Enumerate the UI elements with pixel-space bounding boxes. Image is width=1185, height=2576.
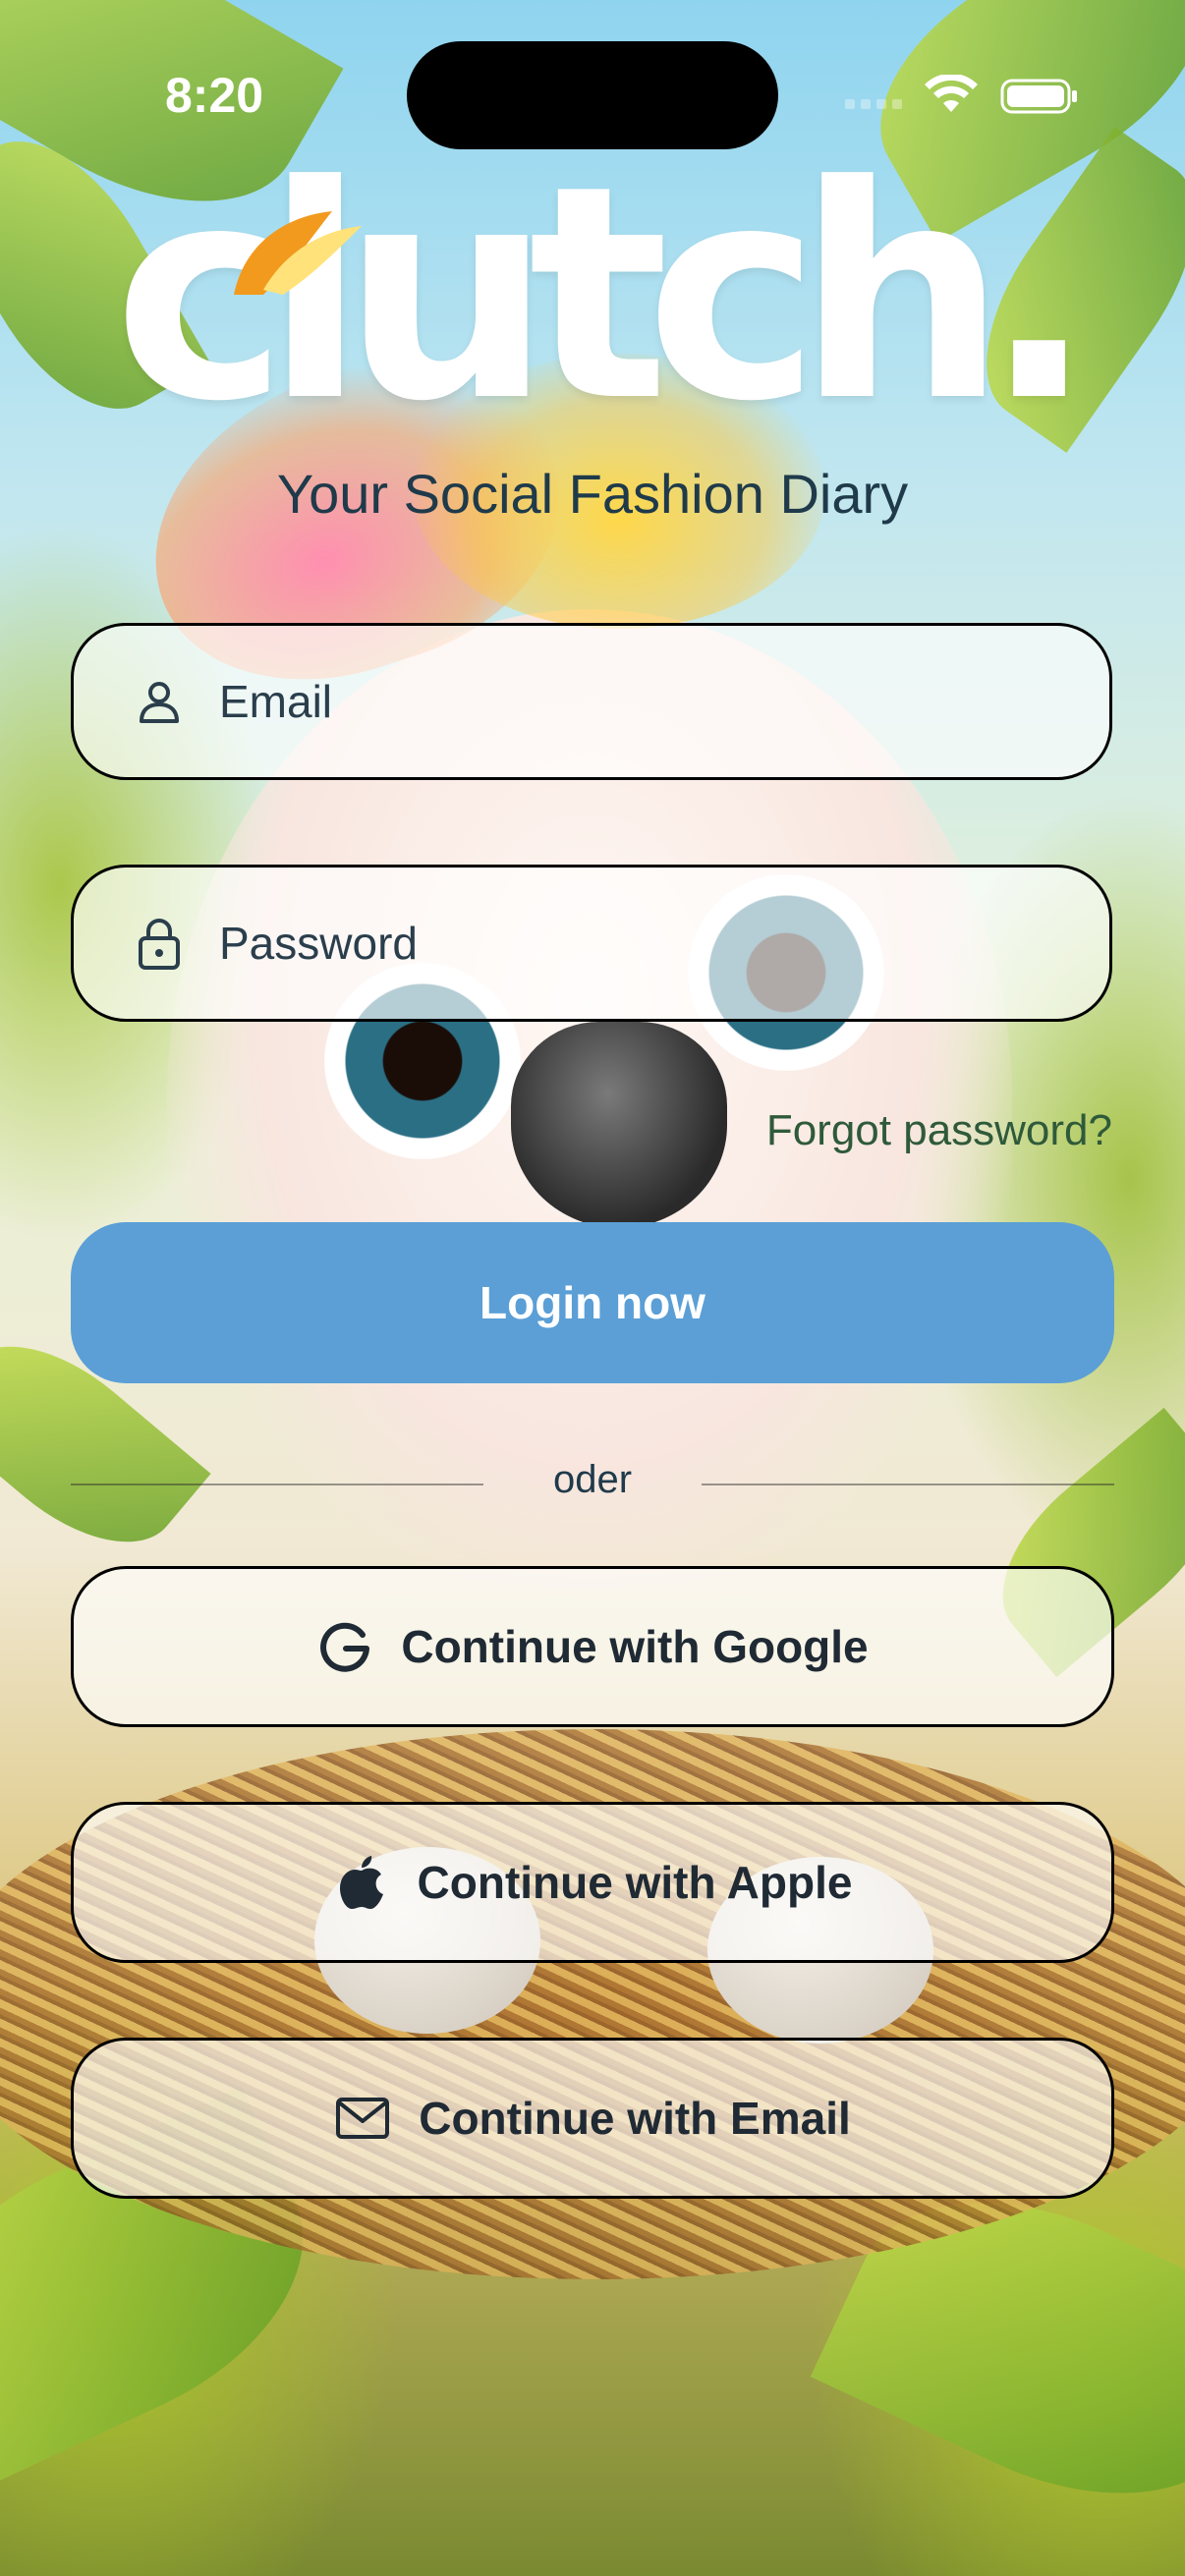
email-field-placeholder: Email: [219, 676, 333, 727]
person-icon: [133, 675, 186, 728]
envelope-icon: [334, 2090, 391, 2147]
status-time: 8:20: [165, 68, 264, 123]
continue-with-apple-button[interactable]: Continue with Apple: [71, 1802, 1114, 1963]
password-field[interactable]: Password: [71, 865, 1112, 1022]
apple-button-label: Continue with Apple: [417, 1857, 853, 1908]
forgot-password-link[interactable]: Forgot password?: [766, 1106, 1112, 1155]
battery-icon: [1000, 79, 1077, 114]
app-logo: clutch.: [113, 123, 1095, 466]
wifi-icon: [925, 75, 978, 112]
email-field[interactable]: Email: [71, 623, 1112, 780]
tagline: Your Social Fashion Diary: [276, 463, 909, 525]
apple-icon: [333, 1854, 390, 1911]
logo-feather-icon: [234, 211, 362, 295]
or-divider: oder: [71, 1454, 1114, 1513]
email-button-label: Continue with Email: [419, 2093, 851, 2144]
divider-line-right: [702, 1484, 1114, 1485]
continue-with-google-button[interactable]: Continue with Google: [71, 1566, 1114, 1727]
divider-text: oder: [552, 1458, 633, 1501]
cellular-signal-icon: [845, 99, 902, 109]
google-icon: [316, 1618, 373, 1675]
google-button-label: Continue with Google: [401, 1621, 869, 1672]
lock-icon: [133, 917, 186, 970]
continue-with-email-button[interactable]: Continue with Email: [71, 2038, 1114, 2199]
password-field-placeholder: Password: [219, 918, 418, 969]
login-button[interactable]: Login now: [71, 1222, 1114, 1383]
